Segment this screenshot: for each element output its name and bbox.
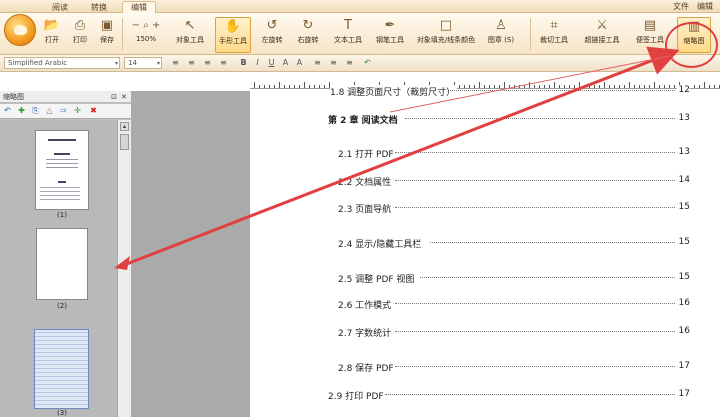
arrow-thin-line bbox=[389, 55, 671, 113]
arrow-tip bbox=[114, 256, 130, 270]
annotation-arrow-tip bbox=[114, 55, 671, 270]
